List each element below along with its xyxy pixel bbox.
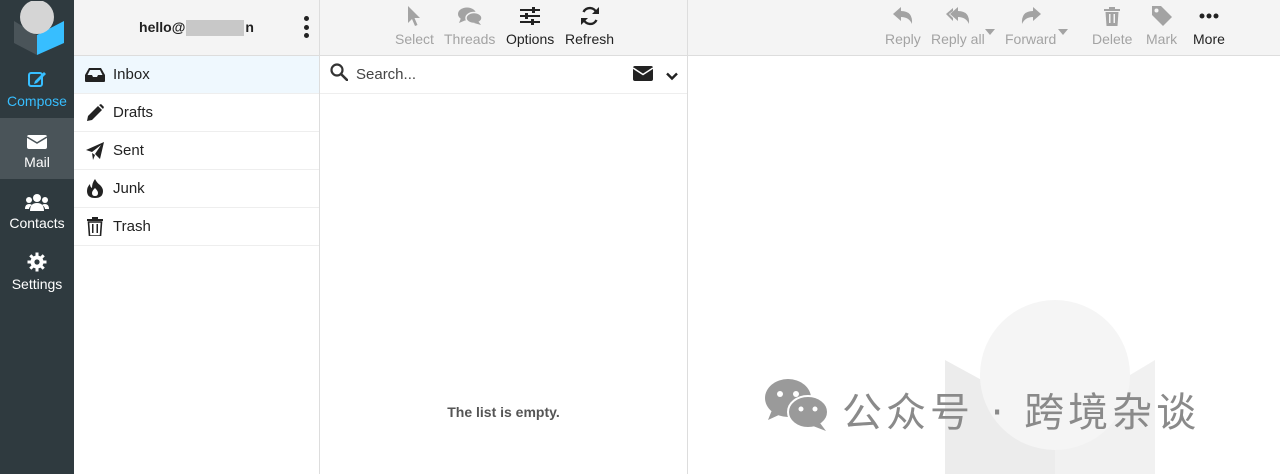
forward-icon <box>1021 4 1041 28</box>
reply-all-dropdown-icon[interactable] <box>985 22 995 40</box>
account-email-suffix: n <box>245 18 254 35</box>
delete-button[interactable]: Delete <box>1092 4 1132 52</box>
select-label: Select <box>395 31 434 47</box>
reply-all-label: Reply all <box>931 31 985 47</box>
reply-button[interactable]: Reply <box>885 4 921 52</box>
mail-label: Mail <box>24 153 50 170</box>
account-header: hello@ n <box>74 0 319 56</box>
cursor-icon <box>407 4 421 28</box>
empty-list-message: The list is empty. <box>447 404 560 420</box>
refresh-label: Refresh <box>565 31 615 47</box>
options-button[interactable]: Options <box>506 4 554 52</box>
reply-all-button[interactable]: Reply all <box>931 4 985 52</box>
sliders-icon <box>520 4 541 28</box>
mail-button[interactable]: Mail <box>0 118 74 179</box>
contacts-label: Contacts <box>9 214 65 231</box>
folder-item-drafts[interactable]: Drafts <box>74 94 319 132</box>
settings-label: Settings <box>11 275 63 292</box>
search-bar <box>320 56 687 94</box>
roundcube-logo-icon <box>14 1 64 55</box>
watermark: 公众号 · 跨境杂谈 <box>764 376 1200 442</box>
account-menu-icon[interactable] <box>303 16 309 38</box>
folder-item-junk[interactable]: Junk <box>74 170 319 208</box>
compose-label: Compose <box>7 92 67 109</box>
folder-label-sent: Sent <box>113 142 144 159</box>
reply-label: Reply <box>885 31 921 47</box>
users-icon <box>25 189 49 211</box>
trash-icon <box>84 217 106 237</box>
ellipsis-icon <box>1199 4 1219 28</box>
folder-label-inbox: Inbox <box>113 66 150 83</box>
app-logo[interactable] <box>0 0 74 56</box>
paper-plane-icon <box>84 141 106 161</box>
forward-label: Forward <box>1005 31 1057 47</box>
folder-panel: hello@ n Inbox Drafts Sent Junk Trash <box>74 0 320 474</box>
select-button[interactable]: Select <box>395 4 434 52</box>
folder-label-drafts: Drafts <box>113 104 154 121</box>
chevron-down-icon[interactable] <box>666 68 678 86</box>
search-icon[interactable] <box>330 63 349 86</box>
threads-label: Threads <box>444 31 496 47</box>
settings-button[interactable]: Settings <box>0 240 74 301</box>
more-button[interactable]: More <box>1193 4 1225 52</box>
mark-label: Mark <box>1146 31 1178 47</box>
trash-icon <box>1104 4 1121 28</box>
compose-icon <box>27 67 47 89</box>
message-list-panel: Select Threads Options Refresh Search...… <box>320 0 688 474</box>
folder-item-sent[interactable]: Sent <box>74 132 319 170</box>
folder-label-trash: Trash <box>113 218 151 235</box>
message-toolbar: Reply Reply all Forward Delete Mark More <box>688 0 1280 56</box>
refresh-icon <box>580 4 600 28</box>
delete-label: Delete <box>1092 31 1133 47</box>
options-label: Options <box>506 31 555 47</box>
pencil-icon <box>84 103 106 123</box>
folder-item-trash[interactable]: Trash <box>74 208 319 246</box>
account-email[interactable]: hello@ n <box>139 18 254 37</box>
envelope-filter-icon[interactable] <box>632 66 654 86</box>
threads-button[interactable]: Threads <box>444 4 495 52</box>
folder-item-inbox[interactable]: Inbox <box>74 56 319 94</box>
tag-icon <box>1151 4 1172 28</box>
refresh-button[interactable]: Refresh <box>565 4 614 52</box>
fire-icon <box>84 179 106 199</box>
forward-dropdown-icon[interactable] <box>1058 22 1068 40</box>
mark-button[interactable]: Mark <box>1146 4 1177 52</box>
account-email-prefix: hello@ <box>139 18 186 35</box>
folder-label-junk: Junk <box>113 180 145 197</box>
gear-icon <box>27 250 47 272</box>
watermark-text: 公众号 · 跨境杂谈 <box>842 390 1201 436</box>
comments-icon <box>457 4 482 28</box>
wechat-icon <box>764 376 830 442</box>
more-label: More <box>1193 31 1225 47</box>
inbox-icon <box>84 65 106 85</box>
forward-button[interactable]: Forward <box>1005 4 1056 52</box>
redacted-block <box>186 20 245 37</box>
list-toolbar: Select Threads Options Refresh <box>320 0 687 56</box>
search-input[interactable] <box>356 66 606 83</box>
compose-button[interactable]: Compose <box>0 57 74 118</box>
contacts-button[interactable]: Contacts <box>0 179 74 240</box>
reply-icon <box>892 4 913 28</box>
envelope-icon <box>27 128 47 150</box>
app-nav-rail: Compose Mail Contacts Settings <box>0 0 74 474</box>
reply-all-icon <box>945 4 970 28</box>
